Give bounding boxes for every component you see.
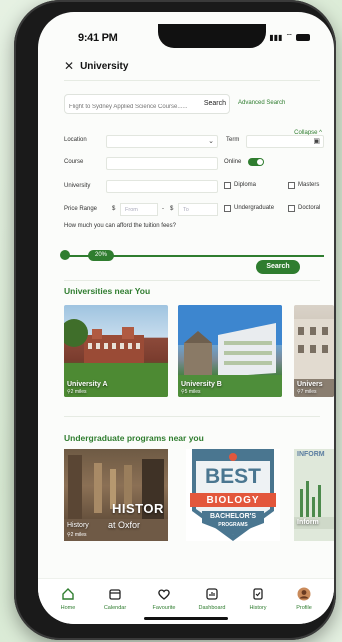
- history-icon: [253, 588, 263, 600]
- university-card-b[interactable]: University B ⚲5 miles: [178, 305, 282, 397]
- tab-dashboard[interactable]: Dashboard: [192, 587, 232, 611]
- search-row: Search Advanced Search: [64, 94, 324, 116]
- course-field[interactable]: [106, 157, 218, 170]
- program-card-biology[interactable]: BEST BIOLOGY BACHELOR'S PROGRAMS: [186, 449, 280, 541]
- universities-section-title: Universities near You: [64, 286, 151, 296]
- screen: 9:41 PM ▮▮▮ ⌔ ✕ University Search Advanc…: [38, 12, 334, 624]
- tab-favourite-label: Favourite: [152, 605, 176, 611]
- university-card-c[interactable]: Univers ⚲7 miles: [294, 305, 334, 397]
- price-to-input[interactable]: To: [178, 203, 218, 216]
- price-range-label: Price Range: [64, 206, 98, 212]
- badge-subject-text: BIOLOGY: [206, 495, 260, 506]
- program-card-history[interactable]: HISTOR at Oxfor History ⚲2 miles: [64, 449, 168, 541]
- history-program-distance: ⚲2 miles: [67, 532, 87, 538]
- tab-history[interactable]: History: [238, 587, 278, 611]
- status-time: 9:41 PM: [78, 32, 118, 44]
- signal-icon: ▮▮▮: [269, 32, 283, 42]
- avatar: [297, 587, 311, 601]
- header-divider: [64, 80, 320, 81]
- calendar-icon: [109, 589, 121, 600]
- history-program-name: History: [67, 522, 89, 529]
- home-icon: [62, 588, 74, 600]
- notch: [158, 24, 266, 48]
- currency-from: $: [112, 206, 116, 212]
- online-toggle[interactable]: [248, 158, 264, 166]
- search-input[interactable]: [65, 98, 187, 116]
- header: ✕ University: [64, 56, 324, 76]
- page-title: University: [80, 60, 129, 72]
- university-b-distance-text: 5 miles: [184, 389, 201, 395]
- university-b-distance: ⚲5 miles: [181, 389, 201, 395]
- search-button[interactable]: Search: [204, 100, 226, 107]
- universities-divider: [64, 416, 320, 417]
- badge-best-text: BEST: [204, 465, 261, 488]
- tab-profile-label: Profile: [296, 605, 312, 611]
- university-field[interactable]: [106, 180, 218, 193]
- term-field[interactable]: ▣: [246, 135, 324, 148]
- currency-to: $: [170, 206, 174, 212]
- university-a-name: University A: [67, 381, 108, 388]
- location-select[interactable]: ⌄: [106, 135, 218, 148]
- info-program-header: INFORM: [297, 451, 325, 458]
- online-label: Online: [224, 159, 242, 165]
- badge-degree-text: BACHELOR'S: [210, 513, 256, 520]
- tab-profile[interactable]: Profile: [284, 587, 324, 611]
- university-a-distance-text: 2 miles: [70, 389, 87, 395]
- battery-icon: [296, 33, 310, 41]
- diploma-label: Diploma: [234, 182, 257, 188]
- advanced-search-link[interactable]: Advanced Search: [238, 100, 285, 106]
- undergraduate-label: Undergraduate: [234, 205, 275, 211]
- home-indicator: [144, 617, 228, 620]
- calendar-icon: ▣: [313, 138, 320, 145]
- course-label: Course: [64, 159, 84, 165]
- filter-search-button[interactable]: Search: [256, 260, 300, 274]
- tab-home[interactable]: Home: [48, 587, 88, 611]
- tuition-slider-handle[interactable]: [60, 250, 70, 260]
- masters-checkbox[interactable]: [288, 182, 295, 189]
- tab-favourite[interactable]: Favourite: [144, 587, 184, 611]
- university-label: University: [64, 183, 91, 189]
- tab-calendar[interactable]: Calendar: [95, 587, 135, 611]
- tuition-slider-value: 20%: [88, 250, 114, 261]
- search-box: Search: [64, 94, 230, 116]
- university-card-a[interactable]: University A ⚲2 miles: [64, 305, 168, 397]
- price-from-input[interactable]: From: [120, 203, 158, 216]
- masters-label: Masters: [298, 182, 320, 188]
- university-c-distance: ⚲7 miles: [297, 389, 317, 395]
- badge-subdegree-text: PROGRAMS: [218, 522, 248, 528]
- history-program-distance-text: 2 miles: [70, 532, 87, 538]
- tuition-question: How much you can afford the tuition fees…: [64, 223, 176, 229]
- history-overlay-title: HISTOR: [112, 501, 164, 516]
- tab-calendar-label: Calendar: [103, 605, 127, 611]
- term-label: Term: [226, 137, 240, 143]
- dashboard-icon: [206, 588, 218, 600]
- info-program-image: [294, 449, 334, 541]
- tab-home-label: Home: [60, 605, 76, 611]
- tab-dashboard-label: Dashboard: [198, 605, 226, 611]
- program-card-info[interactable]: INFORM Inform: [294, 449, 334, 541]
- university-c-distance-text: 7 miles: [300, 389, 317, 395]
- doctoral-label: Doctoral: [298, 205, 321, 211]
- location-label: Location: [64, 137, 87, 143]
- filters-divider: [64, 280, 320, 281]
- university-a-distance: ⚲2 miles: [67, 389, 87, 395]
- price-dash: -: [162, 206, 164, 212]
- history-overlay-sub: at Oxfor: [108, 520, 141, 530]
- doctoral-checkbox[interactable]: [288, 205, 295, 212]
- undergraduate-checkbox[interactable]: [224, 205, 231, 212]
- diploma-checkbox[interactable]: [224, 182, 231, 189]
- tab-history-label: History: [249, 605, 267, 611]
- wifi-icon: ⌔: [285, 32, 293, 41]
- university-b-name: University B: [181, 381, 222, 388]
- chevron-down-icon: ⌄: [208, 138, 214, 145]
- status-icons: ▮▮▮ ⌔: [269, 32, 310, 42]
- university-c-name: Univers: [297, 381, 323, 388]
- info-program-footer: Inform: [297, 519, 319, 526]
- phone-frame: 9:41 PM ▮▮▮ ⌔ ✕ University Search Advanc…: [14, 0, 336, 640]
- close-icon[interactable]: ✕: [64, 59, 74, 73]
- programs-section-title: Undergraduate programs near you: [64, 433, 204, 443]
- heart-icon: [158, 589, 170, 600]
